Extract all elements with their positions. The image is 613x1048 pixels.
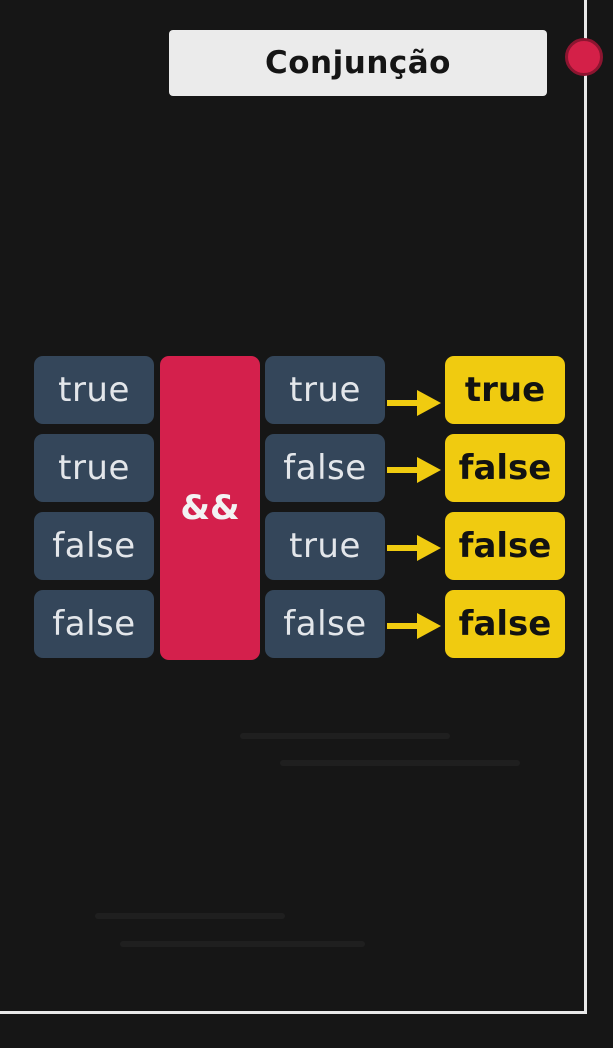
operand-a-row-4: false — [34, 590, 154, 658]
result-row-4: false — [445, 590, 565, 658]
arrow-right-icon — [387, 457, 441, 483]
page-title: Conjunção — [265, 45, 451, 81]
result-row-2: false — [445, 434, 565, 502]
operand-a-row-1: true — [34, 356, 154, 424]
ghost-line — [95, 913, 285, 919]
ghost-line — [240, 733, 450, 739]
operand-a-row-2: true — [34, 434, 154, 502]
operand-b-row-3: true — [265, 512, 385, 580]
arrow-right-icon — [387, 535, 441, 561]
result-row-1: true — [445, 356, 565, 424]
title-banner: Conjunção — [169, 30, 547, 96]
slide: Conjunção true true false false && true … — [0, 0, 613, 1048]
frame-border-right — [584, 0, 587, 1014]
frame-border-bottom — [0, 1011, 587, 1014]
ghost-line — [280, 760, 520, 766]
ghost-line — [120, 941, 365, 947]
operand-b-row-1: true — [265, 356, 385, 424]
arrow-right-icon — [387, 613, 441, 639]
record-dot-icon — [565, 38, 603, 76]
operand-a-row-3: false — [34, 512, 154, 580]
operand-b-row-2: false — [265, 434, 385, 502]
operator-box: && — [160, 356, 260, 660]
operator-label: && — [180, 488, 240, 528]
operand-b-row-4: false — [265, 590, 385, 658]
result-row-3: false — [445, 512, 565, 580]
arrow-right-icon — [387, 390, 441, 416]
